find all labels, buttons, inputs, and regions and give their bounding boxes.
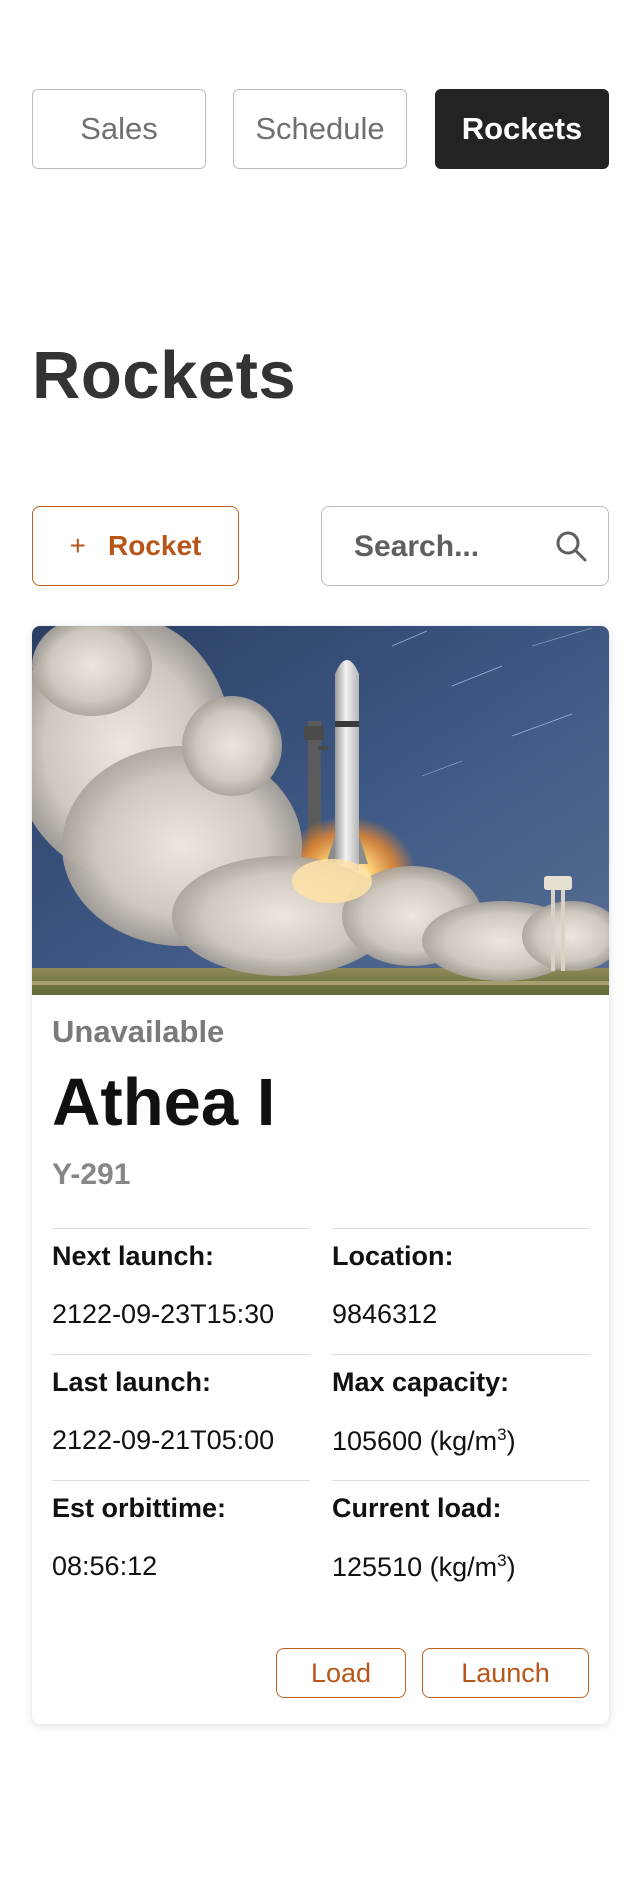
location-label: Location: [332, 1241, 454, 1271]
current-load-unit: (kg/m [429, 1552, 498, 1582]
location-field: Location: 9846312 [332, 1228, 590, 1329]
current-load-value: 125510 (kg/m3) [332, 1551, 516, 1583]
last-launch-value: 2122-09-21T05:00 [52, 1425, 275, 1455]
max-capacity-unit: (kg/m [429, 1426, 498, 1456]
rocket-code: Y-291 [52, 1158, 131, 1191]
current-load-unit-exponent: 3 [497, 1551, 507, 1570]
last-launch-field: Last launch: 2122-09-21T05:00 [52, 1354, 310, 1455]
rocket-launch-image [32, 626, 609, 995]
max-capacity-field: Max capacity: 105600 (kg/m3) [332, 1354, 590, 1456]
next-launch-field: Next launch: 2122-09-23T15:30 [52, 1228, 310, 1329]
tab-rockets[interactable]: Rockets [435, 89, 609, 169]
rocket-card: Unavailable Athea I Y-291 Next launch: 2… [32, 626, 609, 1724]
top-nav-tabs: Sales Schedule Rockets [32, 89, 609, 169]
est-orbittime-field: Est orbittime: 08:56:12 [52, 1480, 310, 1581]
current-load-number: 125510 [332, 1552, 423, 1582]
tab-schedule[interactable]: Schedule [233, 89, 407, 169]
add-rocket-button[interactable]: + Rocket [32, 506, 239, 586]
search-box [321, 506, 609, 586]
search-icon[interactable] [554, 529, 588, 563]
next-launch-value: 2122-09-23T15:30 [52, 1299, 275, 1329]
add-rocket-label: Rocket [107, 530, 202, 561]
page-title: Rockets [32, 338, 297, 413]
launch-button[interactable]: Launch [422, 1648, 589, 1698]
rocket-name: Athea I [52, 1065, 276, 1140]
next-launch-label: Next launch: [52, 1241, 215, 1271]
max-capacity-unit-exponent: 3 [497, 1425, 507, 1444]
current-load-unit-close: ) [506, 1552, 516, 1582]
last-launch-label: Last launch: [52, 1367, 212, 1397]
max-capacity-number: 105600 [332, 1426, 423, 1456]
max-capacity-unit-close: ) [506, 1426, 516, 1456]
current-load-field: Current load: 125510 (kg/m3) [332, 1480, 590, 1582]
location-value: 9846312 [332, 1299, 438, 1329]
max-capacity-label: Max capacity: [332, 1367, 510, 1397]
est-orbittime-value: 08:56:12 [52, 1551, 158, 1581]
plus-icon: + [69, 530, 86, 561]
max-capacity-value: 105600 (kg/m3) [332, 1425, 516, 1457]
current-load-label: Current load: [332, 1493, 502, 1523]
page: Sales Schedule Rockets Rockets + Rocket [0, 0, 640, 1902]
tab-sales[interactable]: Sales [32, 89, 206, 169]
est-orbittime-label: Est orbittime: [52, 1493, 227, 1523]
search-input[interactable] [354, 529, 534, 565]
rocket-status: Unavailable [52, 1014, 225, 1049]
load-button[interactable]: Load [276, 1648, 406, 1698]
